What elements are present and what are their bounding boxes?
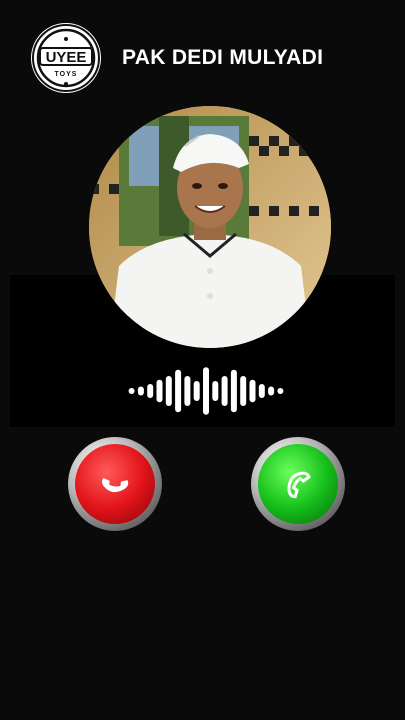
waveform-bar [175, 369, 182, 413]
logo-brand-text: UYEE [46, 49, 87, 66]
waveform-bar [221, 376, 228, 406]
waveform-bar [147, 384, 154, 398]
decline-call-button[interactable] [67, 436, 163, 532]
brand-logo: UYEE TOYS [31, 23, 101, 93]
waveform-bar [249, 379, 256, 403]
audio-waveform [128, 367, 284, 415]
waveform-bar [268, 386, 275, 396]
logo-sub-text: TOYS [55, 71, 78, 78]
waveform-bar [184, 376, 191, 406]
waveform-bar [137, 386, 144, 396]
caller-avatar [89, 106, 331, 348]
waveform-bar [165, 376, 172, 406]
waveform-bar [156, 379, 163, 403]
waveform-bar [212, 381, 219, 401]
waveform-bar [128, 388, 135, 394]
waveform-bar [240, 376, 247, 406]
waveform-bar [277, 388, 284, 394]
caller-name: PAK DEDI MULYADI [122, 46, 324, 69]
waveform-bar [230, 369, 237, 413]
waveform-bar [193, 381, 200, 401]
waveform-bar [203, 367, 209, 415]
accept-call-button[interactable] [250, 436, 346, 532]
waveform-bar [258, 384, 265, 398]
